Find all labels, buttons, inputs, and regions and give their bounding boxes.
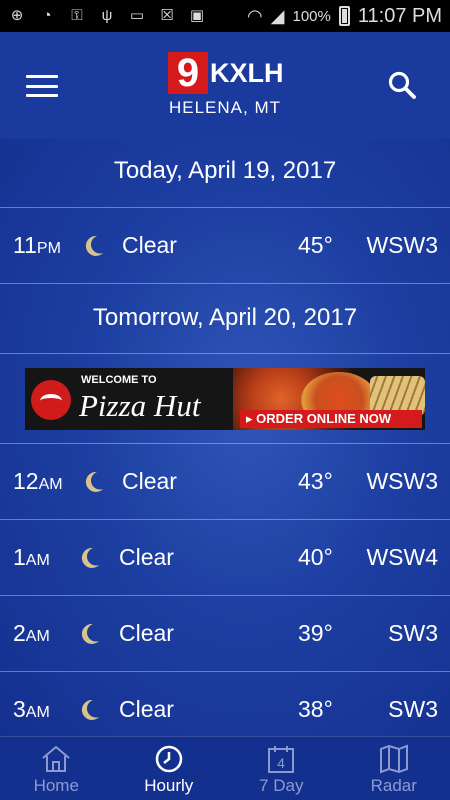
moon-icon bbox=[81, 699, 99, 720]
row-condition: Clear bbox=[122, 468, 177, 494]
row-temperature: 38° bbox=[298, 696, 333, 722]
forecast-row: 1AM Clear 40° WSW4 bbox=[0, 520, 450, 594]
forecast-row: 2AM Clear 39° SW3 bbox=[0, 596, 450, 670]
divider bbox=[0, 283, 450, 284]
map-icon bbox=[379, 744, 408, 774]
nav-home-label: Home bbox=[33, 776, 79, 795]
row-time: 3AM bbox=[13, 696, 50, 722]
row-wind: SW3 bbox=[388, 696, 438, 722]
row-wind: WSW4 bbox=[366, 544, 438, 570]
battery-icon bbox=[338, 6, 350, 26]
add-icon: ⊕ bbox=[10, 7, 24, 24]
logo-number: 9 bbox=[168, 52, 208, 94]
clock-time: 11:07 PM bbox=[357, 4, 442, 27]
key-icon: ⚿ bbox=[71, 7, 83, 24]
search-icon[interactable] bbox=[387, 70, 417, 100]
row-condition: Clear bbox=[122, 232, 177, 258]
location-label: HELENA, MT bbox=[168, 98, 282, 117]
row-time: 2AM bbox=[13, 620, 50, 646]
wifi-icon: ◠ bbox=[246, 5, 263, 26]
calendar-icon: 4 bbox=[268, 746, 295, 773]
row-condition: Clear bbox=[119, 696, 174, 722]
status-bar: ⊕ ◔ ⚿ ψ ▭ ☒ ▣ ◠ ◢ 100% 11:07 PM bbox=[0, 0, 450, 32]
row-temperature: 39° bbox=[298, 620, 333, 646]
blocked-icon: ☒ bbox=[160, 7, 174, 24]
row-temperature: 40° bbox=[298, 544, 333, 570]
ad-welcome-text: WELCOME TO bbox=[81, 374, 157, 386]
nav-hourly-label: Hourly bbox=[144, 776, 194, 795]
clock-icon bbox=[155, 745, 182, 773]
nav-radar-label: Radar bbox=[370, 776, 417, 795]
app-header: 9 KXLH HELENA, MT bbox=[0, 32, 450, 139]
image-icon: ▣ bbox=[189, 7, 205, 24]
row-temperature: 45° bbox=[298, 232, 333, 258]
station-logo: 9 KXLH bbox=[168, 52, 284, 94]
signal-icon: ◢ bbox=[270, 5, 285, 26]
row-wind: WSW3 bbox=[366, 468, 438, 494]
divider bbox=[0, 353, 450, 354]
row-time: 1AM bbox=[13, 544, 50, 570]
pizza-hut-ad-banner[interactable]: WELCOME TO Pizza Hut ▸ ORDER ONLINE NOW bbox=[25, 368, 425, 430]
notification-icons: ⊕ ◔ ⚿ ψ ▭ ☒ ▣ bbox=[8, 7, 206, 25]
moon-icon bbox=[81, 623, 99, 644]
moon-icon bbox=[81, 547, 99, 568]
home-icon bbox=[42, 745, 70, 772]
nav-hourly[interactable]: Hourly bbox=[113, 737, 226, 800]
forecast-row: 3AM Clear 38° SW3 bbox=[0, 672, 450, 736]
bottom-navigation: Home Hourly 4 7 Day Radar bbox=[0, 736, 450, 800]
row-condition: Clear bbox=[119, 620, 174, 646]
row-time: 11PM bbox=[13, 232, 61, 258]
row-wind: SW3 bbox=[388, 620, 438, 646]
pizza-hut-logo-icon bbox=[31, 380, 71, 420]
date-header-today: Today, April 19, 2017 bbox=[113, 157, 337, 184]
calendar-day-number: 4 bbox=[277, 755, 285, 771]
battery-percent: 100% bbox=[292, 7, 331, 25]
row-temperature: 43° bbox=[298, 468, 333, 494]
hourly-forecast-list[interactable]: Today, April 19, 2017 11PM Clear 45° WSW… bbox=[0, 139, 450, 736]
nav-home[interactable]: Home bbox=[0, 737, 113, 800]
logo-text: KXLH bbox=[210, 57, 284, 88]
battery-full-icon: ▭ bbox=[129, 7, 145, 24]
row-time: 12AM bbox=[13, 468, 63, 494]
nav-7day-label: 7 Day bbox=[259, 776, 304, 795]
usb-icon: ψ bbox=[101, 7, 113, 24]
nav-radar[interactable]: Radar bbox=[338, 737, 450, 800]
nav-7day[interactable]: 4 7 Day bbox=[225, 737, 338, 800]
wifi-question-icon: ◔ bbox=[42, 7, 52, 24]
row-condition: Clear bbox=[119, 544, 174, 570]
row-wind: WSW3 bbox=[366, 232, 438, 258]
forecast-row: 12AM Clear 43° WSW3 bbox=[0, 444, 450, 518]
moon-icon bbox=[85, 471, 103, 492]
hamburger-menu-icon[interactable] bbox=[26, 75, 58, 97]
ad-order-button[interactable]: ▸ ORDER ONLINE NOW bbox=[240, 410, 422, 428]
ad-brand-text: Pizza Hut bbox=[79, 388, 201, 423]
date-header-tomorrow: Tomorrow, April 20, 2017 bbox=[92, 304, 358, 331]
moon-icon bbox=[85, 235, 103, 256]
forecast-row: 11PM Clear 45° WSW3 bbox=[0, 208, 450, 282]
